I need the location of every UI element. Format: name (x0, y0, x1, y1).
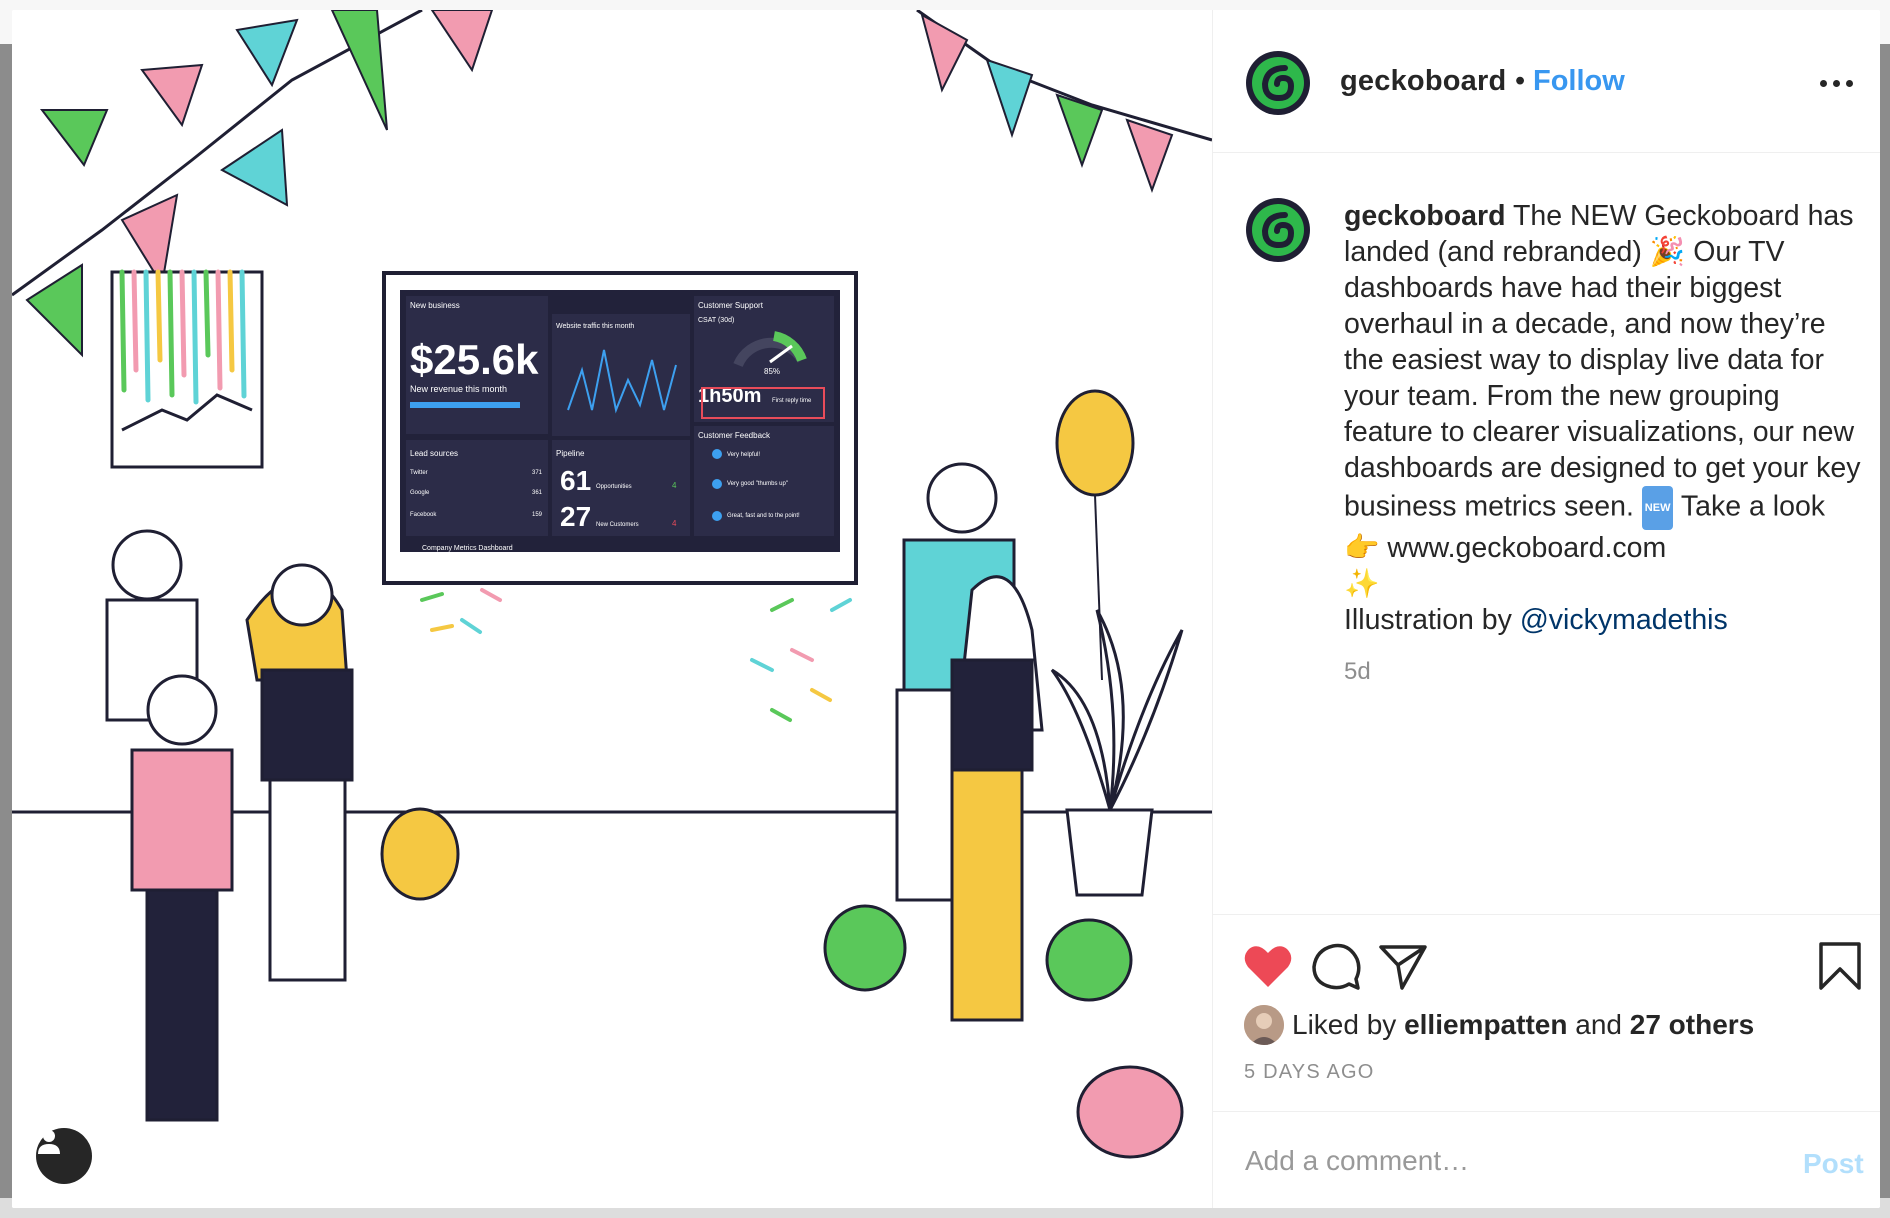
revenue-label: New revenue this month (410, 384, 507, 394)
person-icon (38, 1130, 60, 1154)
post-header: geckoboard • Follow (1213, 10, 1880, 153)
caption-link-line: 👉 www.geckoboard.com (1344, 532, 1667, 564)
sparkles-emoji: ✨ (1344, 568, 1380, 600)
revenue-value: $25.6k (410, 336, 539, 383)
tile-title-new-business: New business (410, 301, 460, 310)
tagged-people-button[interactable] (36, 1128, 92, 1184)
post-comment-button[interactable]: Post (1803, 1148, 1864, 1180)
tile-title-traffic: Website traffic this month (556, 323, 634, 330)
lead-row-value: 159 (532, 512, 543, 518)
post-modal: New business $25.6k New revenue this mon… (12, 10, 1880, 1208)
tile-title-lead-sources: Lead sources (410, 449, 458, 458)
csat-label: CSAT (30d) (698, 317, 734, 324)
post-author-username[interactable]: geckoboard (1340, 65, 1506, 98)
post-image[interactable]: New business $25.6k New revenue this mon… (12, 10, 1213, 1208)
illustration-credit-prefix: Illustration by (1344, 604, 1520, 636)
post-side-panel: geckoboard • Follow geckoboard The NEW G… (1213, 10, 1880, 1208)
tile-title-pipeline: Pipeline (556, 449, 585, 458)
liked-by-mid: and (1575, 1009, 1622, 1040)
share-icon[interactable] (1378, 943, 1428, 991)
customers-delta: 4 (672, 519, 677, 528)
follow-button[interactable]: Follow (1533, 65, 1625, 98)
comment-input[interactable] (1243, 1136, 1747, 1186)
caption-text: The NEW Geckoboard has landed (and rebra… (1344, 200, 1861, 523)
lead-row-name: Google (410, 490, 430, 496)
liked-by-others-link[interactable]: 27 others (1630, 1009, 1755, 1041)
comment-icon[interactable] (1311, 943, 1361, 991)
caption-avatar[interactable] (1245, 197, 1311, 263)
tile-title-support: Customer Support (698, 301, 764, 310)
liked-by-user-link[interactable]: elliempatten (1404, 1009, 1567, 1041)
post-caption: geckoboard The NEW Geckoboard has landed… (1344, 198, 1864, 638)
header-separator: • (1515, 65, 1526, 97)
caption-age[interactable]: 5d (1344, 658, 1371, 686)
customers-label: New Customers (596, 522, 639, 528)
lead-row-value: 361 (532, 490, 543, 496)
opportunities-label: Opportunities (596, 484, 632, 490)
post-actions: Liked by elliempatten and 27 others 5 DA… (1213, 914, 1880, 1208)
liked-by-prefix: Liked by (1292, 1009, 1397, 1040)
bookmark-icon[interactable] (1818, 941, 1862, 991)
csat-value: 85% (764, 367, 780, 376)
party-illustration: New business $25.6k New revenue this mon… (12, 10, 1212, 1159)
feedback-item: Very helpful! (727, 452, 760, 458)
post-timestamp[interactable]: 5 DAYS AGO (1244, 1061, 1375, 1084)
caption-text-take-a-look: Take a look (1673, 490, 1826, 523)
lead-row-name: Twitter (410, 470, 428, 476)
caption-username[interactable]: geckoboard (1344, 200, 1506, 232)
heart-icon[interactable] (1243, 943, 1293, 989)
likes-summary: Liked by elliempatten and 27 others (1244, 1003, 1754, 1047)
comment-bar: Post (1213, 1111, 1880, 1208)
new-badge-icon: NEW (1641, 486, 1674, 530)
illustration-credit: Illustration by @vickymadethis (1344, 602, 1864, 638)
illustrator-mention-link[interactable]: @vickymadethis (1520, 604, 1728, 636)
more-options-icon[interactable] (1820, 80, 1856, 90)
opportunities-value: 61 (560, 465, 591, 496)
tile-title-feedback: Customer Feedback (698, 431, 771, 440)
feedback-item: Very good "thumbs up" (727, 481, 788, 487)
lead-row-name: Facebook (410, 512, 437, 518)
reply-time-label: First reply time (772, 398, 812, 404)
customers-value: 27 (560, 501, 591, 532)
opportunities-delta: 4 (672, 481, 677, 490)
liker-avatar[interactable] (1244, 1005, 1284, 1045)
lead-row-value: 371 (532, 470, 543, 476)
dashboard-footer: Company Metrics Dashboard (422, 545, 513, 552)
feedback-item: Great, fast and to the point! (727, 513, 800, 519)
geckoboard-avatar[interactable] (1245, 50, 1311, 116)
